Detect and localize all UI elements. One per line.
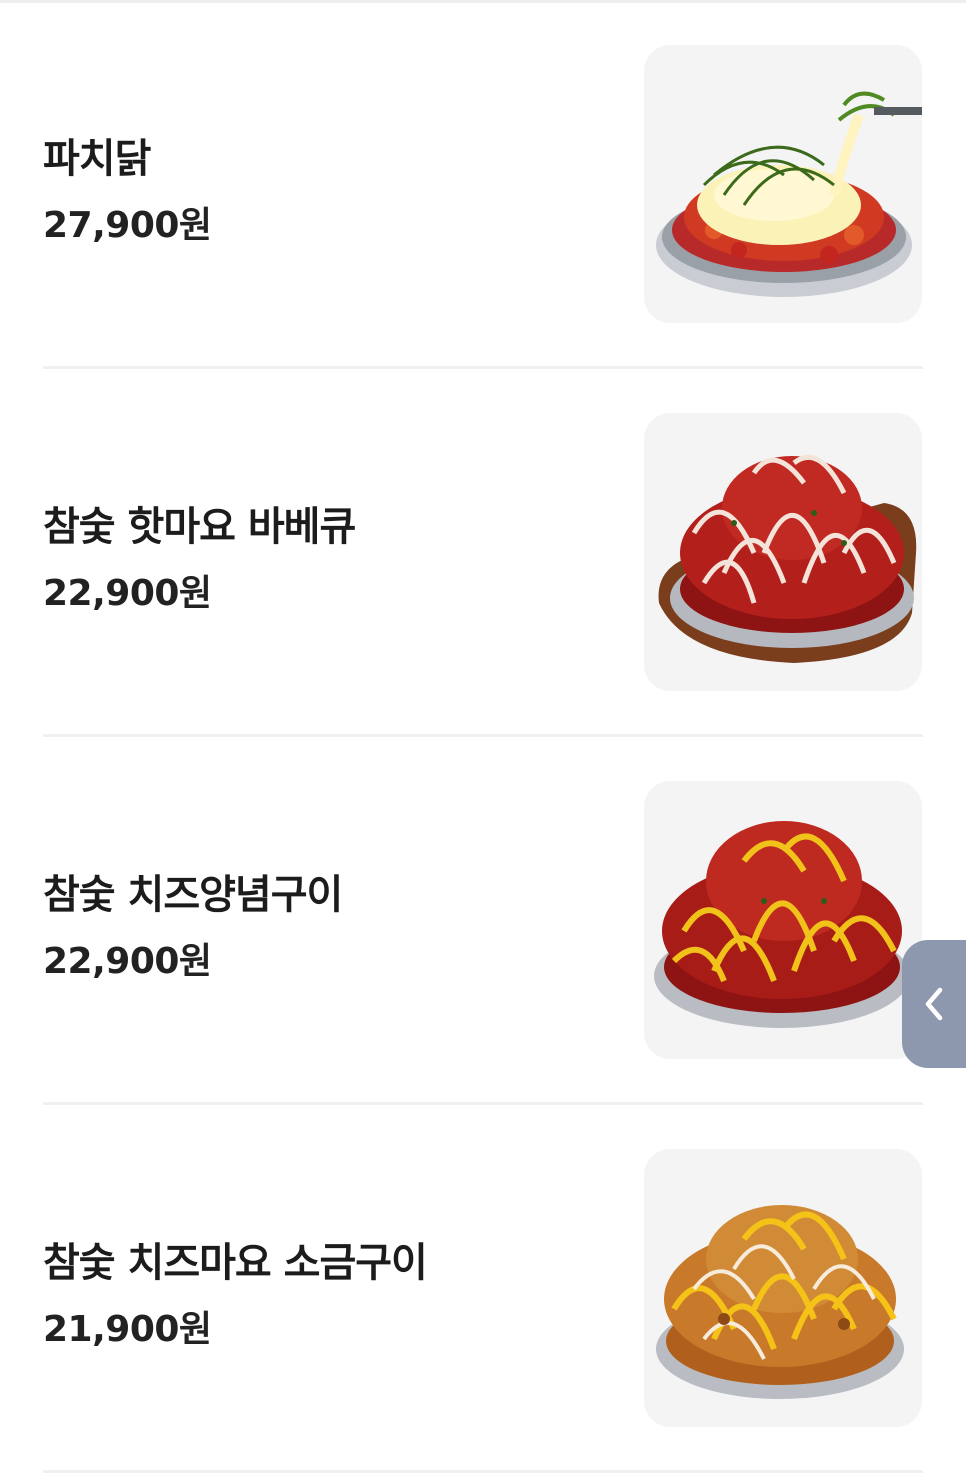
menu-item-name: 파치닭 [43,136,151,182]
menu-divider [43,1470,923,1473]
menu-item-hot-mayo-bbq[interactable]: 참숯 핫마요 바베큐 22,900원 [0,368,966,736]
menu-item-image[interactable] [644,781,922,1059]
menu-item-cheese-yangnyeom[interactable]: 참숯 치즈양념구이 22,900원 [0,736,966,1104]
side-tab-collapse[interactable] [902,940,966,1068]
menu-item-name: 참숯 치즈마요 소금구이 [43,1240,428,1286]
menu-item-image[interactable] [644,1149,922,1427]
menu-item-image[interactable] [644,45,922,323]
menu-item-price: 22,900원 [43,573,212,614]
menu-item-name: 참숯 핫마요 바베큐 [43,504,356,550]
food-photo-cheese-yangnyeom-icon [654,821,910,1028]
menu-item-price: 27,900원 [43,205,212,246]
menu-item-price: 22,900원 [43,941,212,982]
food-photo-cheese-mayo-salt-icon [656,1205,904,1399]
menu-item-image[interactable] [644,413,922,691]
menu-item-price: 21,900원 [43,1309,212,1350]
menu-item-pachi-chicken[interactable]: 파치닭 27,900원 [0,0,966,368]
food-photo-hot-mayo-bbq-icon [658,454,917,663]
food-photo-pachi-chicken-icon [656,91,922,297]
menu-item-name: 참숯 치즈양념구이 [43,872,343,918]
chevron-left-icon [925,987,943,1021]
menu-item-cheese-mayo-salt[interactable]: 참숯 치즈마요 소금구이 21,900원 [0,1104,966,1472]
